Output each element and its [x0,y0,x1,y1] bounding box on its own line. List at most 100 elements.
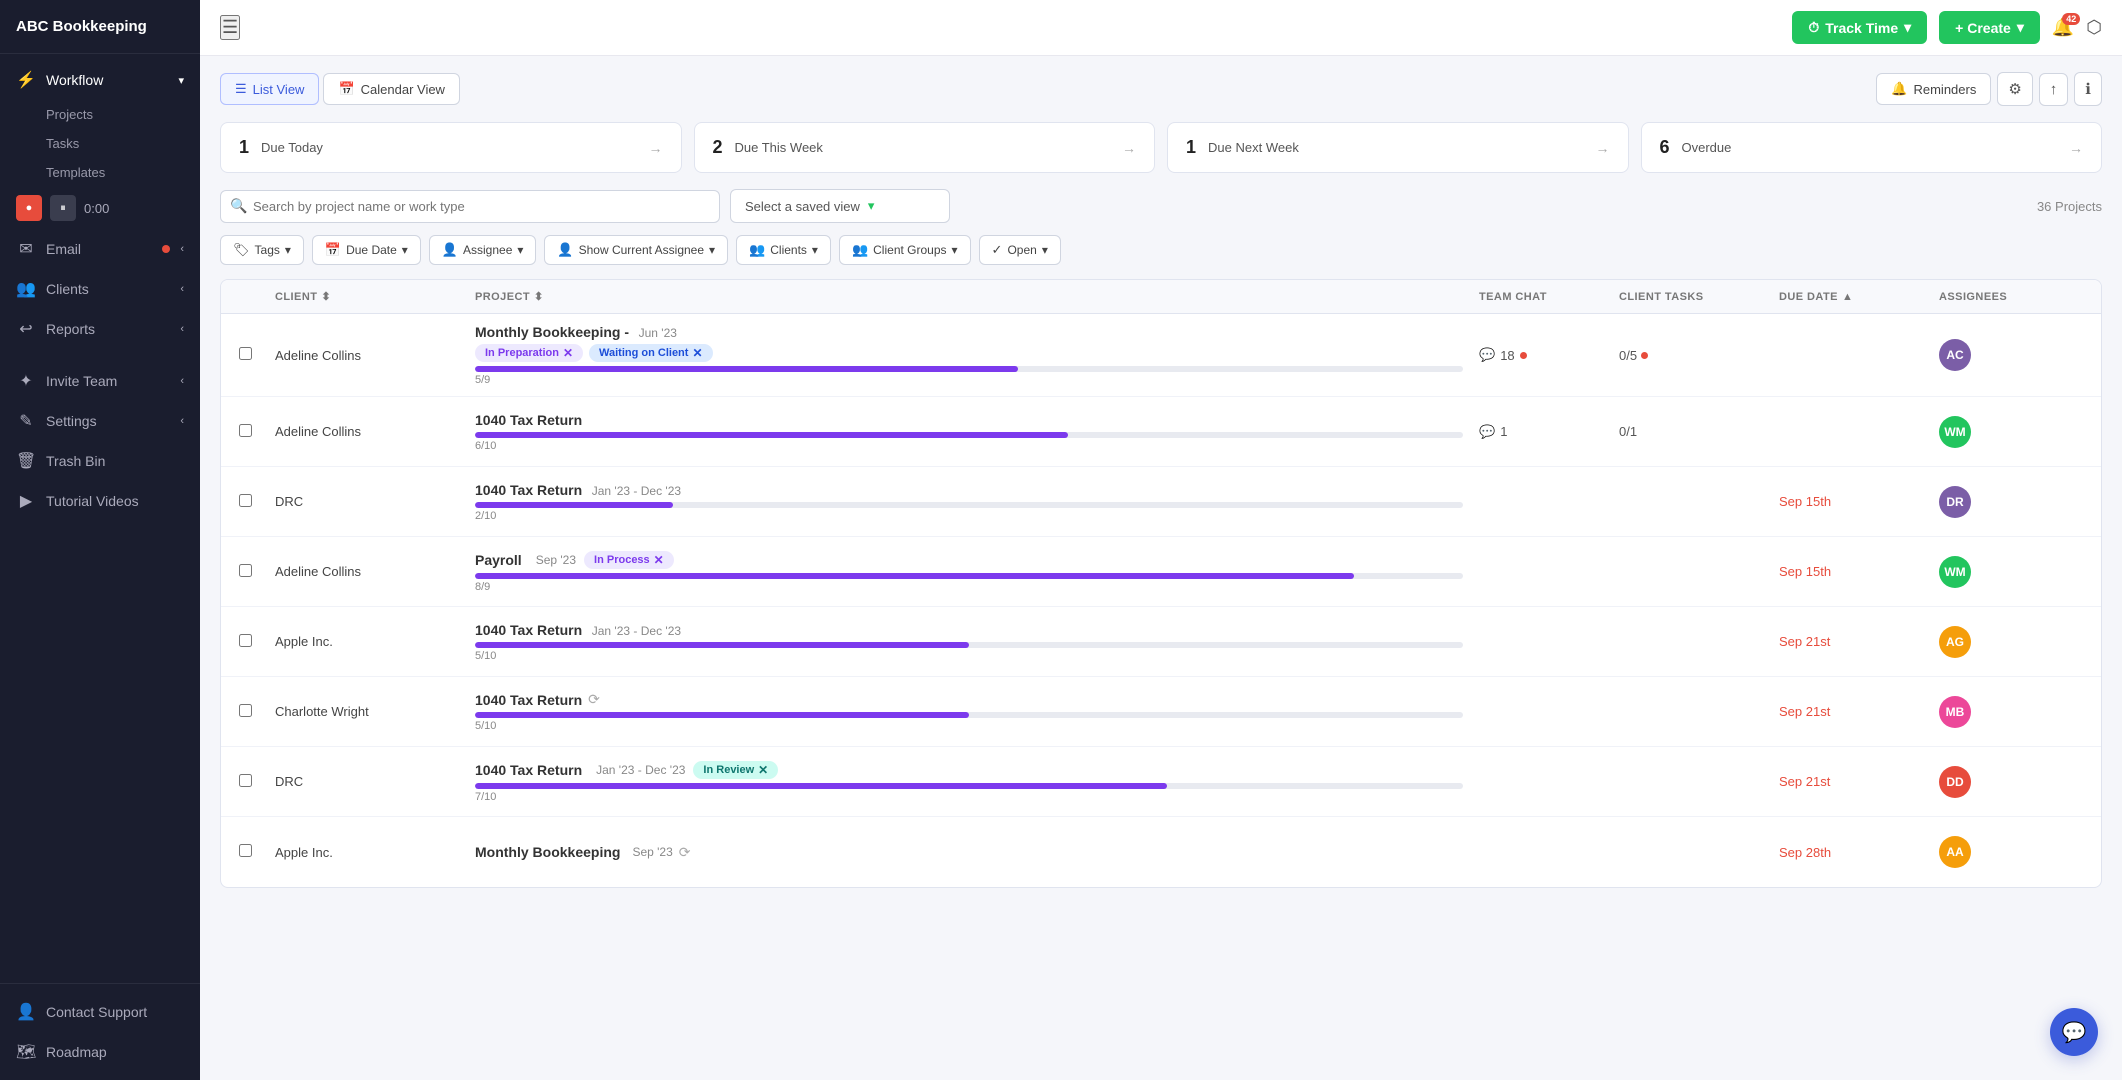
due-next-week-label: Due Next Week [1208,140,1583,155]
reminders-button[interactable]: 🔔 Reminders [1876,73,1991,105]
tab-list-view[interactable]: ☰ List View [220,73,319,105]
td-client: Adeline Collins [267,338,467,373]
tab-calendar-view[interactable]: 📅 Calendar View [323,73,460,105]
invite-icon: ✦ [16,371,36,391]
sidebar-item-trash[interactable]: 🗑 Trash Bin [0,441,200,481]
td-assignees: MB [1931,686,2091,738]
td-checkbox [231,337,267,373]
tag-remove-icon-3[interactable]: ✕ [654,553,664,567]
chat-dot [1520,352,1527,359]
tag-waiting-on-client[interactable]: Waiting on Client ✕ [589,344,712,362]
row-checkbox[interactable] [239,634,252,647]
sidebar-item-label-workflow: Workflow [46,72,168,88]
filter-clients[interactable]: 👥 Clients ▾ [736,235,831,265]
row-checkbox[interactable] [239,774,252,787]
tag-in-process[interactable]: In Process ✕ [584,551,674,569]
row-checkbox[interactable] [239,424,252,437]
table-header: CLIENT ⬍ PROJECT ⬍ TEAM CHAT CLIENT TASK… [221,280,2101,314]
td-project[interactable]: 1040 Tax Return Jan '23 - Dec '23 2/10 [467,472,1471,532]
chat-count: 18 [1500,348,1514,363]
sidebar-item-label-reports: Reports [46,321,170,337]
avatar: WM [1939,416,1971,448]
filter-due-date[interactable]: 📅 Due Date ▾ [312,235,421,265]
filter-assignee[interactable]: 👤 Assignee ▾ [429,235,537,265]
td-checkbox [231,834,267,870]
person-icon: 👤 [442,242,458,258]
row-checkbox[interactable] [239,704,252,717]
summary-card-overdue[interactable]: 6 Overdue → [1641,122,2103,173]
sidebar-item-tutorial[interactable]: ▶ Tutorial Videos [0,481,200,521]
progress-label: 7/10 [475,791,1463,803]
progress-bar-fill [475,573,1354,579]
td-project[interactable]: 1040 Tax Return 6/10 [467,402,1471,462]
summary-card-due-next-week[interactable]: 1 Due Next Week → [1167,122,1629,173]
td-project[interactable]: Monthly Bookkeeping Sep '23 ⟳ [467,834,1471,871]
menu-button[interactable]: ☰ [220,15,240,40]
sidebar-item-email[interactable]: ✉ Email ‹ [0,229,200,269]
filter-tags-chevron: ▾ [285,243,291,257]
settings-button[interactable]: ⚙ [1997,72,2032,106]
progress-bar-bg [475,432,1463,438]
sidebar-item-reports[interactable]: ↩ Reports ‹ [0,309,200,349]
saved-view-dropdown[interactable]: Select a saved view ▾ [730,189,950,223]
sidebar-item-clients[interactable]: 👥 Clients ‹ [0,269,200,309]
row-checkbox[interactable] [239,494,252,507]
td-project[interactable]: Monthly Bookkeeping - Jun '23 In Prepara… [467,314,1471,396]
filter-client-groups[interactable]: 👥 Client Groups ▾ [839,235,971,265]
sidebar-item-workflow[interactable]: ⚡ Workflow ▾ [0,60,200,100]
avatar: AC [1939,339,1971,371]
sidebar-item-roadmap[interactable]: 🗺 Roadmap [0,1032,200,1072]
tag-in-review[interactable]: In Review ✕ [693,761,778,779]
td-team-chat: 💬 1 [1471,414,1611,450]
summary-card-due-week[interactable]: 2 Due This Week → [694,122,1156,173]
td-project[interactable]: Payroll Sep '23 In Process ✕ 8/9 [467,541,1471,603]
tag-remove-icon-2[interactable]: ✕ [692,346,702,360]
row-checkbox[interactable] [239,347,252,360]
th-project: PROJECT ⬍ [467,280,1471,313]
td-assignees: DR [1931,476,2091,528]
upload-button[interactable]: ↑ [2039,73,2069,106]
filter-current-assignee[interactable]: 👤 Show Current Assignee ▾ [544,235,728,265]
tag-remove-icon-4[interactable]: ✕ [758,763,768,777]
clients-icon: 👥 [16,279,36,299]
share-button[interactable]: ⬡ [2086,17,2102,38]
td-project[interactable]: 1040 Tax Return Jan '23 - Dec '23 In Rev… [467,751,1471,813]
td-project[interactable]: 1040 Tax Return ⟳ 5/10 [467,681,1471,742]
progress-bar-wrap: 8/9 [475,573,1463,593]
table-row: Adeline Collins Monthly Bookkeeping - Ju… [221,314,2101,397]
list-icon: ☰ [235,81,247,97]
tag-remove-icon[interactable]: ✕ [563,346,573,360]
pause-button[interactable]: ⏸ [50,195,76,221]
filter-tags[interactable]: 🏷 Tags ▾ [220,235,304,265]
projects-table: CLIENT ⬍ PROJECT ⬍ TEAM CHAT CLIENT TASK… [220,279,2102,888]
table-row: DRC 1040 Tax Return Jan '23 - Dec '23 2/… [221,467,2101,537]
search-input[interactable] [220,190,720,223]
summary-card-due-today[interactable]: 1 Due Today → [220,122,682,173]
sidebar-item-invite[interactable]: ✦ Invite Team ‹ [0,361,200,401]
sidebar-item-contact[interactable]: 👤 Contact Support [0,992,200,1032]
notifications-button[interactable]: 🔔 42 [2052,17,2074,38]
row-checkbox[interactable] [239,564,252,577]
project-name: 1040 Tax Return [475,412,582,428]
track-time-button[interactable]: ⏱ Track Time ▾ [1792,11,1927,44]
info-button[interactable]: ℹ [2074,72,2102,106]
sidebar-item-settings[interactable]: ✎ Settings ‹ [0,401,200,441]
avatar: WM [1939,556,1971,588]
sidebar-item-templates[interactable]: Templates [0,158,200,187]
project-name: 1040 Tax Return [475,622,582,638]
progress-bar-bg [475,712,1463,718]
td-due-date: Sep 15th [1771,484,1931,519]
td-team-chat: 💬 18 [1471,337,1611,373]
tag-in-preparation[interactable]: In Preparation ✕ [475,344,583,362]
record-button[interactable]: ● [16,195,42,221]
sidebar-item-tasks[interactable]: Tasks [0,129,200,158]
td-client: Adeline Collins [267,554,467,589]
create-button[interactable]: + Create ▾ [1939,11,2040,44]
chat-fab-button[interactable]: 💬 [2050,1008,2098,1056]
td-project[interactable]: 1040 Tax Return Jan '23 - Dec '23 5/10 [467,612,1471,672]
track-time-chevron: ▾ [1904,19,1911,36]
sidebar-item-projects[interactable]: Projects [0,100,200,129]
search-input-wrap: 🔍 [220,190,720,223]
filter-open[interactable]: ✓ Open ▾ [979,235,1061,265]
row-checkbox[interactable] [239,844,252,857]
